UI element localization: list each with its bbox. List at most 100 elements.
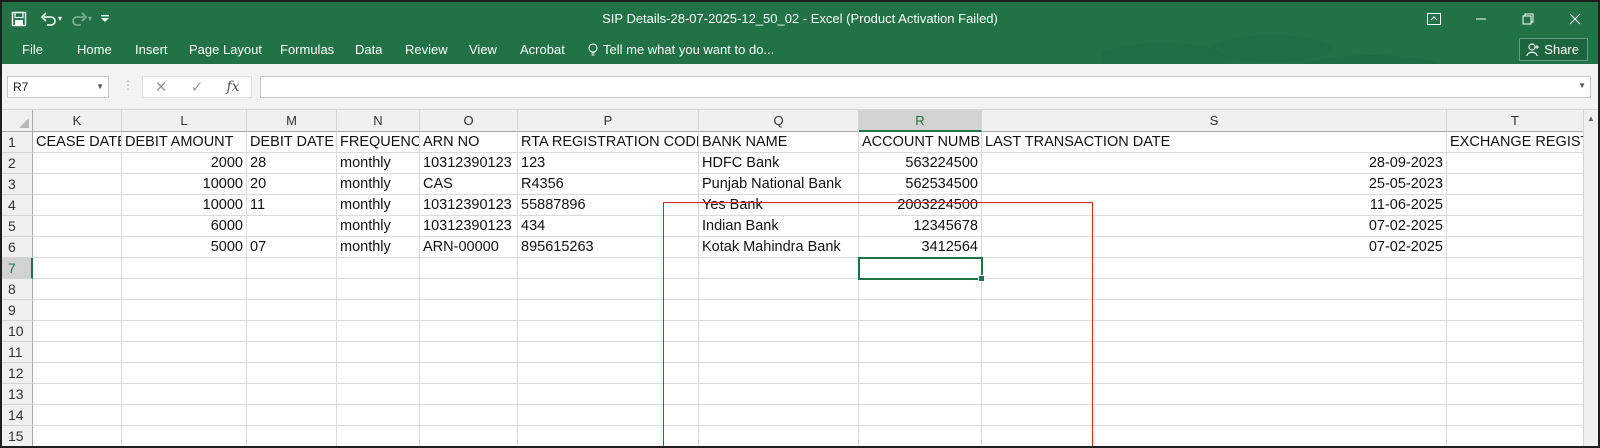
cell-n12[interactable] <box>337 363 420 384</box>
cell-o5[interactable]: 10312390123 <box>420 216 518 237</box>
cell-s5[interactable]: 07-02-2025 <box>982 216 1447 237</box>
cell-l12[interactable] <box>122 363 247 384</box>
cell-o4[interactable]: 10312390123 <box>420 195 518 216</box>
cell-p12[interactable] <box>518 363 699 384</box>
tab-formulas[interactable]: Formulas <box>280 35 334 64</box>
cell-p2[interactable]: 123 <box>518 153 699 174</box>
cell-r2[interactable]: 563224500 <box>859 153 982 174</box>
row-header-12[interactable]: 12 <box>2 363 33 384</box>
header-cell-r[interactable]: ACCOUNT NUMBER <box>859 132 982 153</box>
header-cell-t[interactable]: EXCHANGE REGISTRATION <box>1447 132 1584 153</box>
cell-k5[interactable] <box>33 216 122 237</box>
cell-m9[interactable] <box>247 300 337 321</box>
cell-n11[interactable] <box>337 342 420 363</box>
cell-p13[interactable] <box>518 384 699 405</box>
cell-o10[interactable] <box>420 321 518 342</box>
cell-q6[interactable]: Kotak Mahindra Bank <box>699 237 859 258</box>
cell-k14[interactable] <box>33 405 122 426</box>
redo-dropdown-icon[interactable]: ▾ <box>88 14 92 23</box>
cell-q15[interactable] <box>699 426 859 446</box>
cell-s8[interactable] <box>982 279 1447 300</box>
row-header-13[interactable]: 13 <box>2 384 33 405</box>
cell-m15[interactable] <box>247 426 337 446</box>
header-cell-s[interactable]: LAST TRANSACTION DATE <box>982 132 1447 153</box>
cell-t8[interactable] <box>1447 279 1584 300</box>
formula-bar-splitter[interactable]: ⋮ <box>122 78 134 92</box>
expand-formula-bar-icon[interactable]: ▼ <box>1578 81 1586 90</box>
cell-k9[interactable] <box>33 300 122 321</box>
cell-t2[interactable] <box>1447 153 1584 174</box>
cell-m8[interactable] <box>247 279 337 300</box>
cell-r15[interactable] <box>859 426 982 446</box>
tab-review[interactable]: Review <box>405 35 448 64</box>
cell-s11[interactable] <box>982 342 1447 363</box>
cell-m5[interactable] <box>247 216 337 237</box>
cell-r6[interactable]: 3412564 <box>859 237 982 258</box>
cell-r12[interactable] <box>859 363 982 384</box>
enter-icon[interactable]: ✓ <box>179 78 215 96</box>
cell-l14[interactable] <box>122 405 247 426</box>
cell-m3[interactable]: 20 <box>247 174 337 195</box>
undo-dropdown-icon[interactable]: ▾ <box>58 14 62 23</box>
formula-input[interactable]: ▼ <box>260 76 1591 98</box>
tab-page-layout[interactable]: Page Layout <box>189 35 262 64</box>
row-header-3[interactable]: 3 <box>2 174 33 195</box>
cell-s13[interactable] <box>982 384 1447 405</box>
cell-t5[interactable] <box>1447 216 1584 237</box>
cell-n9[interactable] <box>337 300 420 321</box>
cell-q13[interactable] <box>699 384 859 405</box>
scroll-up-icon[interactable]: ▲ <box>1587 114 1595 123</box>
close-icon[interactable] <box>1551 2 1598 35</box>
cell-p11[interactable] <box>518 342 699 363</box>
cell-k6[interactable] <box>33 237 122 258</box>
header-cell-k[interactable]: CEASE DATE <box>33 132 122 153</box>
cell-o14[interactable] <box>420 405 518 426</box>
column-header-p[interactable]: P <box>518 110 699 132</box>
column-header-q[interactable]: Q <box>699 110 859 132</box>
cell-r9[interactable] <box>859 300 982 321</box>
cell-m12[interactable] <box>247 363 337 384</box>
select-all-button[interactable] <box>2 110 33 132</box>
cell-s12[interactable] <box>982 363 1447 384</box>
cell-p7[interactable] <box>518 258 699 279</box>
column-header-r[interactable]: R <box>859 110 982 132</box>
cell-p3[interactable]: R4356 <box>518 174 699 195</box>
row-header-10[interactable]: 10 <box>2 321 33 342</box>
cell-q11[interactable] <box>699 342 859 363</box>
cell-n5[interactable]: monthly <box>337 216 420 237</box>
cell-r11[interactable] <box>859 342 982 363</box>
row-header-9[interactable]: 9 <box>2 300 33 321</box>
cell-p4[interactable]: 55887896 <box>518 195 699 216</box>
cell-t13[interactable] <box>1447 384 1584 405</box>
cell-t7[interactable] <box>1447 258 1584 279</box>
cell-t15[interactable] <box>1447 426 1584 446</box>
cell-s3[interactable]: 25-05-2023 <box>982 174 1447 195</box>
cell-r3[interactable]: 562534500 <box>859 174 982 195</box>
restore-icon[interactable] <box>1504 2 1551 35</box>
header-cell-m[interactable]: DEBIT DATE <box>247 132 337 153</box>
cell-r5[interactable]: 12345678 <box>859 216 982 237</box>
row-header-5[interactable]: 5 <box>2 216 33 237</box>
cell-l8[interactable] <box>122 279 247 300</box>
cell-l5[interactable]: 6000 <box>122 216 247 237</box>
cell-r8[interactable] <box>859 279 982 300</box>
cell-k11[interactable] <box>33 342 122 363</box>
cell-p15[interactable] <box>518 426 699 446</box>
cell-o11[interactable] <box>420 342 518 363</box>
cell-l10[interactable] <box>122 321 247 342</box>
header-cell-n[interactable]: FREQUENCY <box>337 132 420 153</box>
row-header-4[interactable]: 4 <box>2 195 33 216</box>
cell-q2[interactable]: HDFC Bank <box>699 153 859 174</box>
cell-n8[interactable] <box>337 279 420 300</box>
cell-n6[interactable]: monthly <box>337 237 420 258</box>
column-header-l[interactable]: L <box>122 110 247 132</box>
insert-function-icon[interactable]: fx <box>215 79 251 95</box>
cell-s7[interactable] <box>982 258 1447 279</box>
cell-s10[interactable] <box>982 321 1447 342</box>
row-header-15[interactable]: 15 <box>2 426 33 446</box>
cell-k13[interactable] <box>33 384 122 405</box>
cell-p5[interactable]: 434 <box>518 216 699 237</box>
cell-l11[interactable] <box>122 342 247 363</box>
cell-r7[interactable] <box>859 258 982 279</box>
cell-m2[interactable]: 28 <box>247 153 337 174</box>
